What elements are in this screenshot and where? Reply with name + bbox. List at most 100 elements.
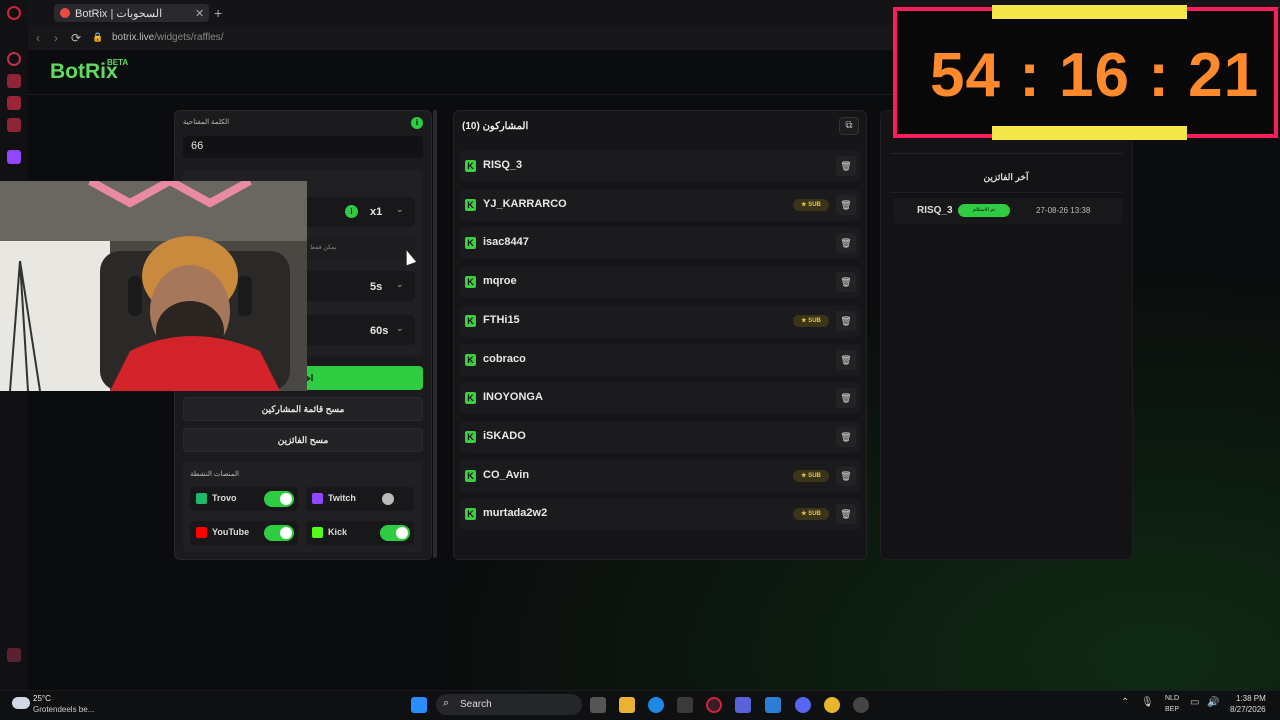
trovo-toggle[interactable] [264,491,294,507]
url-field[interactable]: botrix.live/widgets/raffles/ [112,32,224,43]
participant-name: murtada2w2 [483,507,548,519]
clock-time[interactable]: 1:38 PM [1236,694,1266,703]
participant-row: K INOYONGA 🗑 [460,382,860,414]
info-icon[interactable]: i [411,117,423,129]
kick-icon: K [465,470,476,482]
tape-decoration-bottom [992,126,1187,140]
winner-status-badge: تم الاستلام [958,204,1010,217]
participant-name: isac8447 [483,236,529,248]
youtube-toggle[interactable] [264,525,294,541]
platform-name: Twitch [328,493,356,503]
clock-date[interactable]: 8/27/2026 [1230,705,1266,714]
duration-select-2[interactable]: 60s [370,325,388,337]
reload-icon[interactable]: ⟳ [71,31,81,45]
delete-participant-icon[interactable]: 🗑 [836,272,856,292]
participant-row: KiSKADO 🗑 [460,421,860,453]
kick-icon: K [465,276,476,288]
divider [890,153,1123,154]
kick-icon: K [465,237,476,249]
delete-participant-icon[interactable]: 🗑 [836,350,856,370]
back-icon[interactable]: ‹ [36,31,40,45]
url-path: /widgets/raffles/ [154,32,224,43]
microphone-icon[interactable]: 🎙 [1141,697,1154,708]
kick-icon [312,527,323,538]
delete-participant-icon[interactable]: 🗑 [836,427,856,447]
keyword-input[interactable]: 66 [183,136,423,158]
forward-icon[interactable]: › [54,31,58,45]
chevron-down-icon[interactable]: ⌄ [396,323,404,334]
kick-icon: K [465,315,476,327]
input-language[interactable]: NLD [1165,695,1179,702]
divider [890,192,1123,193]
tape-decoration-top [992,5,1187,19]
participant-name: mqroe [483,275,517,287]
participant-row: K YJ_KARRARCO ★ SUB 🗑 [460,189,860,221]
participant-name: YJ_KARRARCO [483,198,567,210]
beta-badge: BETA [107,58,129,67]
volume-icon[interactable]: 🔊 [1207,697,1219,708]
participant-row: K FTHi15 ★ SUB 🗑 [460,305,860,337]
sidebar-app-icon-1[interactable] [7,74,21,88]
webcam-overlay [0,181,307,391]
delete-participant-icon[interactable]: 🗑 [836,195,856,215]
delete-participant-icon[interactable]: 🗑 [836,466,856,486]
tab-close-icon[interactable]: ✕ [195,7,209,20]
chrome-icon[interactable] [824,697,840,713]
duration-select-1[interactable]: 5s [370,281,382,293]
weather-description[interactable]: Grotendeels be... [33,705,94,714]
app-icon[interactable] [735,697,751,713]
clear-winners-button[interactable]: مسح الفائزين [183,428,423,452]
twitch-sidebar-icon[interactable] [7,150,21,164]
taskbar-search[interactable] [436,694,582,715]
delete-participant-icon[interactable]: 🗑 [836,388,856,408]
delete-participant-icon[interactable]: 🗑 [836,233,856,253]
chevron-down-icon[interactable]: ⌄ [396,279,404,290]
windows-start-icon[interactable] [411,697,427,713]
messenger-icon[interactable] [7,96,21,110]
countdown-timer: 54 : 16 : 21 [930,41,1260,110]
kick-icon: K [465,392,476,404]
copy-icon[interactable]: ⧉ [839,117,859,135]
sidebar-settings-icon[interactable] [7,648,21,662]
search-icon: ⌕ [443,697,450,709]
participant-row: Kmurtada2w2 ★ SUB 🗑 [460,498,860,530]
store-icon[interactable] [677,697,693,713]
sub-badge: ★ SUB [793,199,829,211]
participant-name: CO_Avin [483,469,530,481]
delete-participant-icon[interactable]: 🗑 [836,311,856,331]
delete-participant-icon[interactable]: 🗑 [836,504,856,524]
weather-temperature[interactable]: 25°C [33,694,51,703]
settings-scrollbar[interactable] [433,110,437,558]
clear-participants-button[interactable]: مسح قائمة المشاركين [183,397,423,421]
multiplier-select[interactable]: x1 [370,206,382,218]
app-icon[interactable] [765,697,781,713]
aria-icon[interactable] [7,52,21,66]
participant-row: K CO_Avin ★ SUB 🗑 [460,460,860,492]
opera-logo-icon[interactable] [7,6,21,20]
file-explorer-icon[interactable] [619,697,635,713]
winner-timestamp: 27-08-26 13:38 [1036,206,1091,215]
kick-toggle[interactable] [380,525,410,541]
network-icon[interactable]: ▭ [1190,697,1199,708]
platform-trovo: Trovo [190,487,298,511]
tab-botrix[interactable]: BotRix | السحوبات ✕ [54,4,209,22]
tray-overflow-icon[interactable]: ⌃ [1121,697,1129,708]
new-tab-button[interactable]: + [214,4,228,22]
edge-icon[interactable] [648,697,664,713]
task-view-icon[interactable] [590,697,606,713]
opera-taskbar-icon[interactable] [706,697,722,713]
delete-participant-icon[interactable]: 🗑 [836,156,856,176]
platform-youtube: YouTube [190,521,298,545]
app-icon[interactable] [853,697,869,713]
participant-name: iSKADO [483,430,526,442]
input-layout[interactable]: BEP [1165,706,1179,713]
sidebar-app-icon-2[interactable] [7,118,21,132]
weather-cloud-icon[interactable] [12,697,30,709]
discord-icon[interactable] [795,697,811,713]
chevron-down-icon[interactable]: ⌄ [396,204,404,215]
platform-kick: Kick [306,521,414,545]
platform-name: Trovo [212,493,237,503]
url-host: botrix.live [112,32,155,43]
info-icon[interactable]: i [345,205,358,218]
twitch-toggle[interactable] [380,491,410,507]
